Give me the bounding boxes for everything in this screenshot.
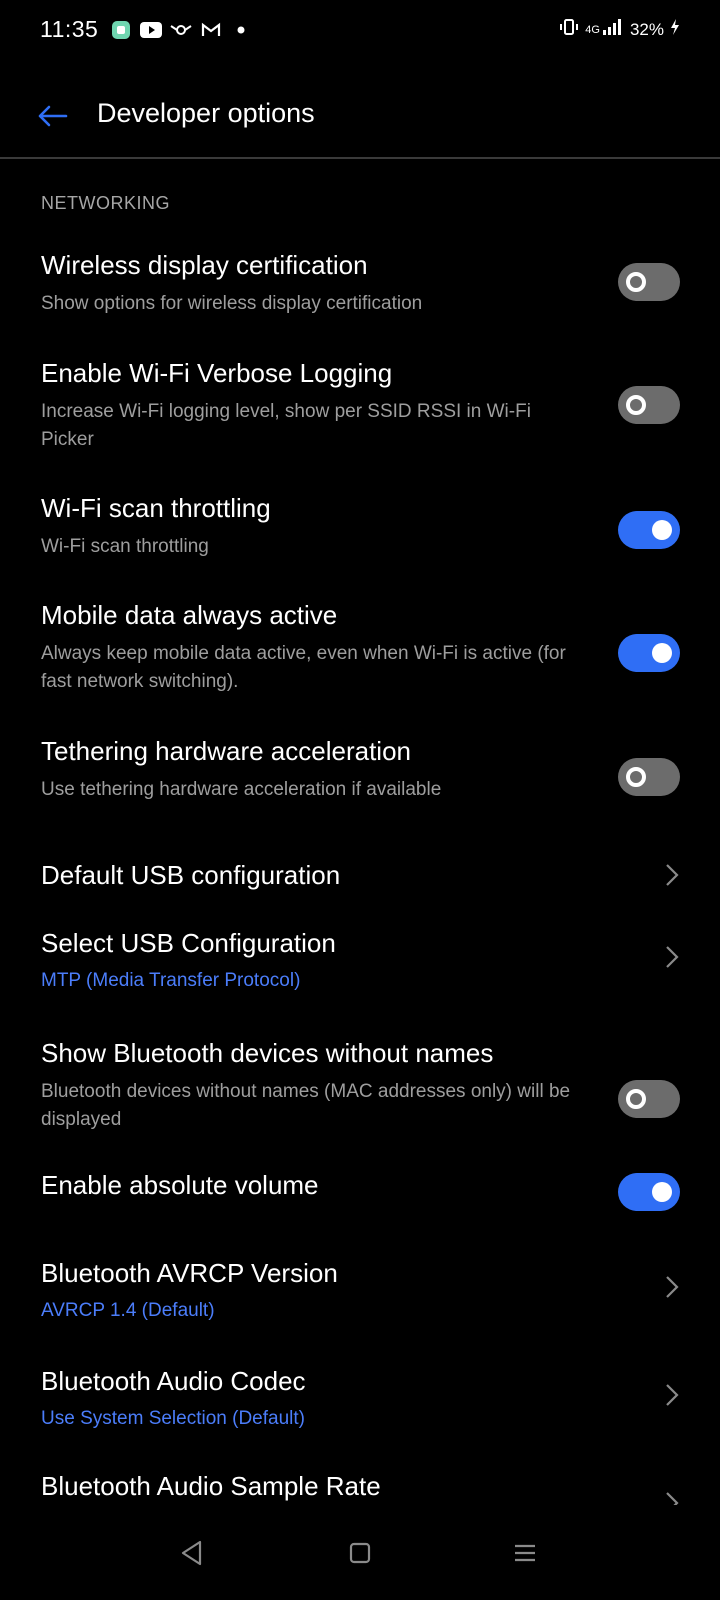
- setting-title: Tethering hardware acceleration: [41, 736, 411, 766]
- setting-title: Wireless display certification: [41, 250, 368, 280]
- setting-title: Select USB Configuration: [41, 928, 336, 958]
- setting-title: Show Bluetooth devices without names: [41, 1038, 494, 1068]
- square-home-icon: [349, 1542, 371, 1564]
- toggle-switch[interactable]: [618, 758, 680, 796]
- setting-value: Use System Selection (Default): [41, 1408, 305, 1429]
- battery-percent: 32%: [629, 19, 664, 39]
- youtube-icon: [140, 20, 162, 40]
- dot-icon: [230, 20, 252, 40]
- setting-title: Mobile data always active: [41, 600, 338, 630]
- toggle-knob: [652, 643, 672, 663]
- setting-subtitle: Increase Wi-Fi logging level, show per S…: [41, 401, 531, 450]
- status-time: 11:35: [40, 16, 99, 42]
- toggle-switch[interactable]: [618, 1173, 680, 1211]
- setting-enable-absolute-volume[interactable]: Enable absolute volume: [0, 1160, 720, 1240]
- back-button[interactable]: [30, 94, 74, 138]
- setting-select-usb-configuration[interactable]: Select USB Configuration MTP (Media Tran…: [0, 920, 720, 1010]
- app-bar-divider: [0, 157, 720, 159]
- toggle-knob: [652, 1182, 672, 1202]
- toggle-knob: [626, 1089, 646, 1109]
- gmail-icon: [200, 20, 222, 40]
- setting-subtitle: Use tethering hardware acceleration if a…: [41, 779, 442, 800]
- loop-icon: [170, 20, 192, 40]
- notification-icons: [110, 20, 252, 40]
- toggle-knob: [626, 395, 646, 415]
- setting-value: MTP (Media Transfer Protocol): [41, 970, 301, 991]
- toggle-switch[interactable]: [618, 263, 680, 301]
- navigation-bar: [0, 1505, 720, 1600]
- setting-wifi-scan-throttling[interactable]: Wi-Fi scan throttling Wi-Fi scan throttl…: [0, 485, 720, 575]
- setting-subtitle: Wi-Fi scan throttling: [41, 536, 209, 557]
- toggle-knob: [652, 520, 672, 540]
- nav-home-button[interactable]: [340, 1533, 380, 1573]
- toggle-knob: [626, 767, 646, 787]
- signal-icon: [602, 18, 624, 41]
- toggle-switch[interactable]: [618, 634, 680, 672]
- network-type: 4G: [585, 23, 600, 36]
- app-icon: [110, 20, 132, 40]
- setting-title: Bluetooth Audio Sample Rate: [41, 1471, 381, 1501]
- setting-title: Bluetooth AVRCP Version: [41, 1258, 338, 1288]
- setting-value: AVRCP 1.4 (Default): [41, 1300, 215, 1321]
- charging-icon: [670, 18, 680, 41]
- setting-wireless-display-certification[interactable]: Wireless display certification Show opti…: [0, 240, 720, 330]
- setting-bluetooth-audio-codec[interactable]: Bluetooth Audio Codec Use System Selecti…: [0, 1358, 720, 1448]
- setting-title: Default USB configuration: [41, 860, 341, 890]
- setting-subtitle: Show options for wireless display certif…: [41, 293, 423, 314]
- vibrate-icon: [559, 18, 579, 41]
- toggle-switch[interactable]: [618, 386, 680, 424]
- chevron-right-icon: [662, 860, 682, 890]
- chevron-right-icon: [662, 942, 682, 972]
- status-bar: 11:35 4G 32%: [0, 0, 720, 62]
- setting-title: Bluetooth Audio Codec: [41, 1366, 306, 1396]
- toggle-knob: [626, 272, 646, 292]
- arrow-left-icon: [38, 105, 68, 127]
- setting-subtitle: Bluetooth devices without names (MAC add…: [41, 1081, 571, 1130]
- toggle-switch[interactable]: [618, 1080, 680, 1118]
- triangle-back-icon: [181, 1540, 202, 1566]
- setting-subtitle: Always keep mobile data active, even whe…: [41, 643, 566, 692]
- setting-title: Wi-Fi scan throttling: [41, 493, 271, 523]
- setting-tethering-hardware-acceleration[interactable]: Tethering hardware acceleration Use teth…: [0, 728, 720, 818]
- nav-back-button[interactable]: [172, 1533, 212, 1573]
- setting-title: Enable absolute volume: [41, 1170, 319, 1200]
- setting-wifi-verbose-logging[interactable]: Enable Wi-Fi Verbose Logging Increase Wi…: [0, 350, 720, 460]
- nav-recents-button[interactable]: [505, 1533, 545, 1573]
- app-bar: Developer options: [0, 80, 720, 156]
- chevron-right-icon: [662, 1272, 682, 1302]
- chevron-right-icon: [662, 1380, 682, 1410]
- status-right: 4G 32%: [559, 18, 680, 41]
- toggle-switch[interactable]: [618, 511, 680, 549]
- setting-bluetooth-avrcp-version[interactable]: Bluetooth AVRCP Version AVRCP 1.4 (Defau…: [0, 1250, 720, 1340]
- page-title: Developer options: [97, 98, 315, 128]
- setting-default-usb-configuration[interactable]: Default USB configuration: [0, 835, 720, 915]
- section-header-networking: NETWORKING: [41, 193, 170, 213]
- setting-bluetooth-devices-without-names[interactable]: Show Bluetooth devices without names Blu…: [0, 1030, 720, 1140]
- setting-title: Enable Wi-Fi Verbose Logging: [41, 358, 393, 388]
- setting-mobile-data-always-active[interactable]: Mobile data always active Always keep mo…: [0, 592, 720, 702]
- menu-lines-icon: [515, 1544, 535, 1562]
